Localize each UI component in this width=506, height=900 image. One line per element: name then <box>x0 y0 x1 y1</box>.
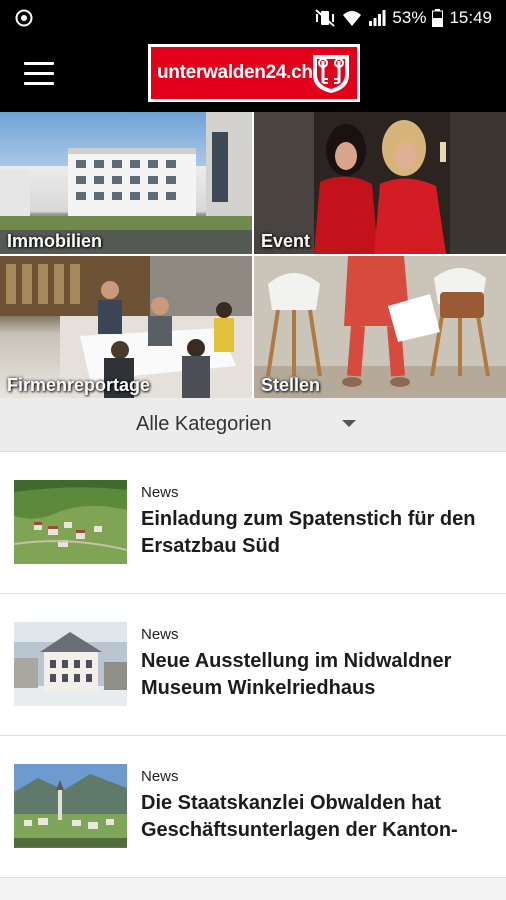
category-dropdown[interactable]: Alle Kategorien <box>0 398 506 452</box>
category-dropdown-label: Alle Kategorien <box>136 413 272 435</box>
tile-immobilien[interactable]: Immobilien <box>0 112 252 254</box>
news-title: Einladung zum Spatenstich für den Ersatz… <box>141 508 476 557</box>
news-category: News <box>141 626 179 643</box>
tile-event[interactable]: Event <box>254 112 506 254</box>
tile-firmenreportage[interactable]: Firmenreportage <box>0 256 252 398</box>
dropdown-arrow-icon <box>342 420 356 427</box>
tile-label: Event <box>261 231 311 251</box>
news-title: Die Staatskanzlei Obwalden hat Geschäfts… <box>141 792 458 841</box>
news-category: News <box>141 484 179 501</box>
signal-icon <box>369 10 386 26</box>
keys-crest-icon <box>313 55 349 93</box>
clock: 15:49 <box>449 8 492 27</box>
status-bar: 53% 15:49 <box>0 0 506 36</box>
category-tiles: Immobilien Event Firmenreportage Stellen <box>0 112 506 398</box>
tile-stellen[interactable]: Stellen <box>254 256 506 398</box>
news-item[interactable]: News Einladung zum Spatenstich für den E… <box>0 452 506 594</box>
logo-text: unterwalden24.ch <box>157 62 313 83</box>
vibrate-mute-icon <box>315 9 336 27</box>
news-thumbnail <box>14 480 127 564</box>
sync-icon <box>15 9 33 27</box>
battery-percent: 53% <box>392 8 427 27</box>
news-thumbnail <box>14 622 127 706</box>
tile-label: Firmenreportage <box>7 375 151 395</box>
news-title: Neue Ausstellung im Nidwaldner Museum Wi… <box>141 650 452 699</box>
news-category: News <box>141 768 179 785</box>
app-bar: unterwalden24.ch <box>0 36 506 112</box>
news-item[interactable]: News Neue Ausstellung im Nidwaldner Muse… <box>0 594 506 736</box>
tile-label: Stellen <box>261 375 321 395</box>
tile-label: Immobilien <box>7 231 103 251</box>
battery-icon <box>432 9 444 27</box>
wifi-icon <box>343 11 362 26</box>
text-fade-overlay <box>0 846 506 866</box>
news-list: News Einladung zum Spatenstich für den E… <box>0 452 506 900</box>
menu-icon[interactable] <box>24 62 54 86</box>
news-item[interactable]: News Die Staatskanzlei Obwalden hat Gesc… <box>0 736 506 878</box>
site-logo[interactable]: unterwalden24.ch <box>148 44 360 102</box>
news-thumbnail <box>14 764 127 848</box>
